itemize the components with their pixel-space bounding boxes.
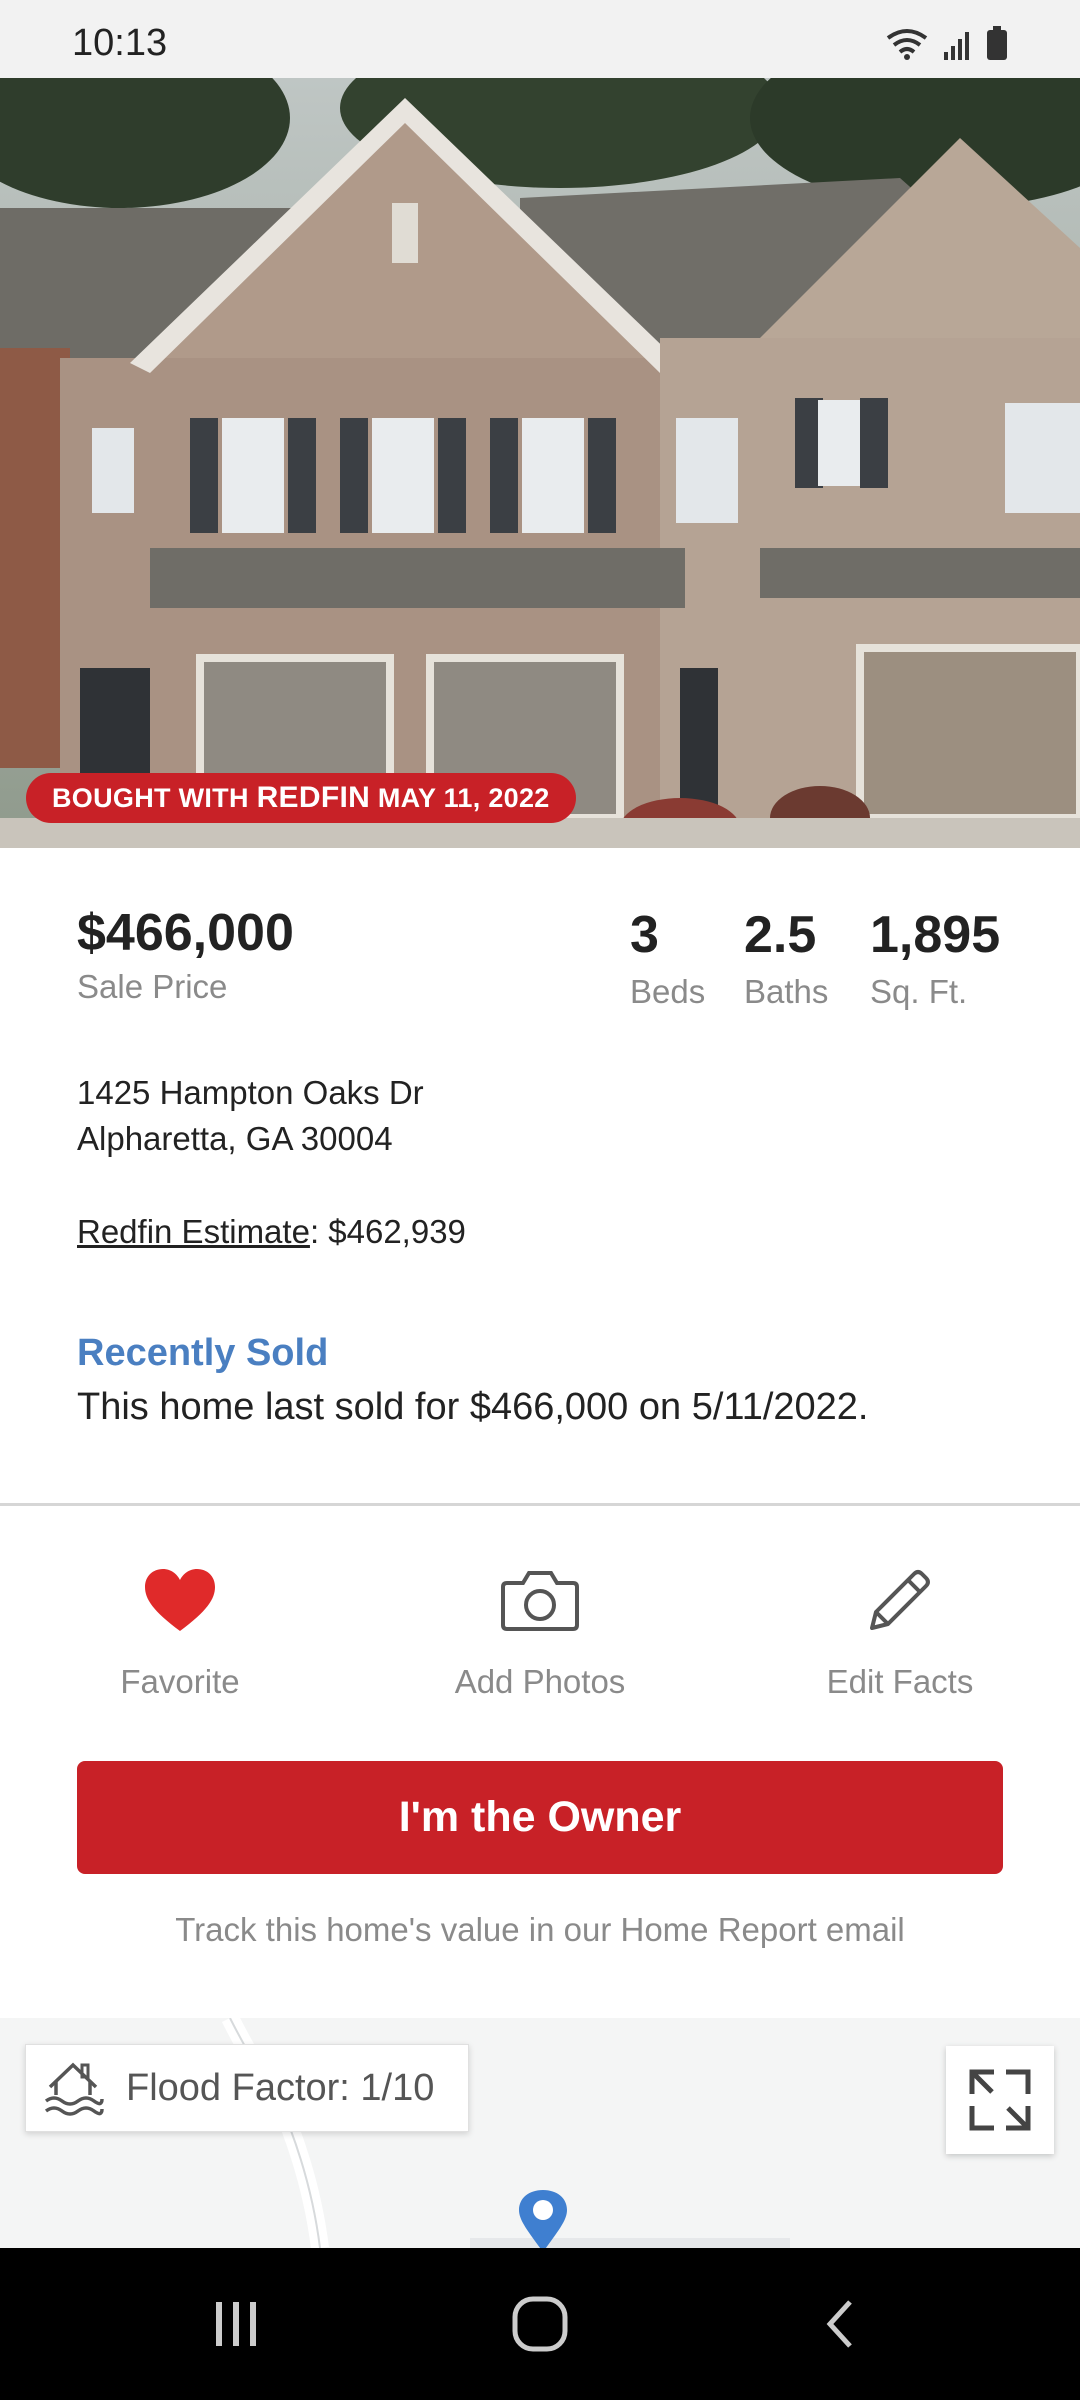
system-nav-bar — [0, 2248, 1080, 2400]
bought-with-redfin-badge: BOUGHT WITH REDFIN MAY 11, 2022 — [26, 773, 576, 823]
im-the-owner-button[interactable]: I'm the Owner — [77, 1761, 1003, 1874]
listing-photo[interactable]: BOUGHT WITH REDFIN MAY 11, 2022 — [0, 78, 1080, 848]
back-button[interactable] — [802, 2288, 882, 2360]
map-preview[interactable]: Flood Factor: 1/10 — [0, 2018, 1080, 2248]
home-icon — [512, 2296, 568, 2352]
beds-label: Beds — [630, 973, 706, 1010]
track-value-text: Track this home's value in our Home Repo… — [175, 1911, 905, 1948]
home-button[interactable] — [500, 2288, 580, 2360]
sale-price: $466,000 — [77, 904, 294, 962]
address: 1425 Hampton Oaks Dr Alpharetta, GA 3000… — [77, 1070, 424, 1162]
address-line2: Alpharetta, GA 30004 — [77, 1120, 393, 1157]
redfin-estimate-value: : $462,939 — [309, 1213, 466, 1250]
address-line1: 1425 Hampton Oaks Dr — [77, 1074, 424, 1111]
add-photos-label: Add Photos — [454, 1663, 626, 1700]
redfin-estimate: Redfin Estimate: $462,939 — [77, 1213, 466, 1251]
recent-apps-button[interactable] — [196, 2288, 276, 2360]
sqft-label: Sq. Ft. — [870, 973, 968, 1010]
favorite-label: Favorite — [120, 1663, 240, 1700]
badge-date: MAY 11, 2022 — [370, 783, 550, 813]
section-divider — [0, 1503, 1080, 1506]
sqft-stat: 1,895 Sq. Ft. — [870, 903, 1000, 1011]
baths-value: 2.5 — [744, 906, 817, 964]
badge-brand: REDFIN — [256, 781, 371, 814]
add-photos-button[interactable]: Add Photos — [390, 1565, 690, 1701]
redfin-estimate-link[interactable]: Redfin Estimate — [77, 1213, 310, 1250]
heart-icon — [145, 1569, 215, 1631]
recently-sold-text: This home last sold for $466,000 on 5/11… — [77, 1386, 869, 1428]
status-time: 10:13 — [72, 22, 168, 64]
flood-factor-label: Flood Factor: 1/10 — [126, 2066, 435, 2109]
badge-prefix: BOUGHT WITH — [52, 783, 257, 813]
house-photo — [0, 78, 1080, 848]
favorite-button[interactable]: Favorite — [30, 1565, 330, 1701]
expand-map-button[interactable] — [946, 2046, 1054, 2154]
sqft-value: 1,895 — [870, 906, 1001, 964]
signal-icon — [944, 32, 969, 60]
edit-facts-label: Edit Facts — [826, 1663, 974, 1700]
battery-icon — [987, 26, 1007, 60]
pencil-icon — [870, 1570, 930, 1630]
baths-stat: 2.5 Baths — [744, 903, 828, 1011]
baths-label: Baths — [744, 973, 829, 1010]
back-icon — [826, 2300, 852, 2348]
wifi-icon — [886, 29, 928, 60]
expand-icon — [969, 2069, 1031, 2131]
sale-price-label: Sale Price — [77, 968, 228, 1005]
map-pin-icon — [519, 2190, 567, 2248]
recent-apps-icon — [216, 2302, 256, 2346]
status-bar: 10:13 — [0, 0, 1080, 78]
beds-value: 3 — [630, 906, 659, 964]
edit-facts-button[interactable]: Edit Facts — [750, 1565, 1050, 1701]
flood-factor-chip[interactable]: Flood Factor: 1/10 — [25, 2044, 469, 2132]
beds-stat: 3 Beds — [630, 903, 705, 1011]
camera-icon — [501, 1571, 579, 1631]
status-icons — [886, 26, 1008, 60]
recently-sold-title: Recently Sold — [77, 1332, 329, 1374]
flood-house-icon — [44, 2062, 104, 2116]
